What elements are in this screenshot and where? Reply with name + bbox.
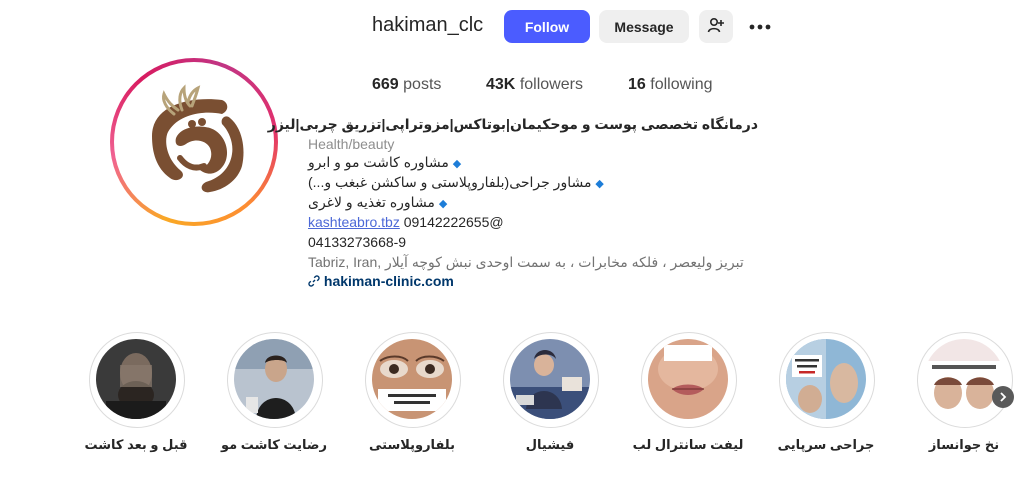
following-count: 16	[628, 76, 646, 93]
bio-line-3: ◆ مشاوره تغذیه و لاغری	[308, 194, 447, 211]
mention-link[interactable]: kashteabro.tbz	[308, 214, 400, 230]
highlight-label: فیشیال	[525, 437, 575, 452]
chevron-right-icon	[999, 389, 1007, 405]
posts-stat: 669 posts	[372, 76, 441, 94]
highlights-next-button[interactable]	[992, 386, 1014, 408]
followers-stat[interactable]: 43K followers	[486, 76, 583, 94]
following-stat[interactable]: 16 following	[628, 76, 713, 94]
profile-full-name: درمانگاه تخصصی پوست و موحکیمان|بوتاکس|مز…	[267, 116, 758, 132]
highlight-item[interactable]	[365, 332, 461, 428]
bio-line-1-text: مشاوره کاشت مو و ابرو	[308, 154, 449, 170]
highlight-item[interactable]	[779, 332, 875, 428]
highlight-label: قبل و بعد کاشت	[84, 437, 188, 452]
followers-label: followers	[519, 76, 583, 93]
highlight-item[interactable]	[917, 332, 1013, 428]
clinic-logo	[118, 66, 270, 218]
highlight-cover	[234, 339, 314, 419]
highlight-cover	[96, 339, 176, 419]
more-options-button[interactable]	[746, 12, 774, 40]
more-horizontal-icon	[749, 17, 771, 35]
posts-count: 669	[372, 76, 399, 93]
highlight-cover	[924, 339, 1004, 419]
bio-contact-line: kashteabro.tbz 09142222655@	[308, 214, 504, 230]
highlight-label: رضایت کاشت مو	[221, 437, 327, 452]
following-label: following	[650, 76, 713, 93]
followers-count: 43K	[486, 76, 516, 93]
highlight-cover	[510, 339, 590, 419]
website-link-text: hakiman-clinic.com	[323, 273, 454, 289]
profile-username: hakiman_clc	[372, 14, 484, 36]
highlight-item[interactable]	[227, 332, 323, 428]
highlight-label: جراحی سرپایی	[777, 437, 875, 452]
diamond-bullet-icon: ◆	[452, 158, 462, 170]
diamond-bullet-icon: ◆	[595, 178, 604, 190]
bio-line-2-text: مشاور جراحی(بلفاروپلاستی و ساکشن غبغب و.…	[308, 174, 592, 190]
highlight-cover	[786, 339, 866, 419]
phone-number-2: 04133273668-9	[308, 234, 407, 250]
message-button[interactable]: Message	[599, 10, 689, 43]
person-add-icon	[707, 16, 725, 37]
bio-line-1: ◆ مشاوره کاشت مو و ابرو	[308, 154, 461, 171]
highlight-item[interactable]	[89, 332, 185, 428]
profile-category: Health/beauty	[308, 136, 395, 152]
bio-line-2: ◆ مشاور جراحی(بلفاروپلاستی و ساکشن غبغب …	[308, 174, 604, 191]
bio-address: تبریز ولیعصر ، فلکه مخابرات ، به سمت اوح…	[308, 254, 744, 270]
follow-button[interactable]: Follow	[504, 10, 590, 43]
highlight-label: بلفاروپلاستی	[369, 437, 455, 452]
profile-avatar[interactable]	[110, 58, 278, 226]
highlight-item[interactable]	[503, 332, 599, 428]
highlight-cover	[372, 339, 452, 419]
highlight-label: لیفت سانترال لب	[632, 437, 744, 452]
add-user-button[interactable]	[699, 10, 733, 43]
posts-label: posts	[403, 76, 442, 93]
diamond-bullet-icon: ◆	[438, 198, 448, 210]
highlight-label: نخ جوانساز	[928, 437, 1000, 452]
bio-line-3-text: مشاوره تغذیه و لاغری	[308, 194, 435, 210]
highlight-item[interactable]	[641, 332, 737, 428]
highlight-cover	[648, 339, 728, 419]
phone-number-1: 09142222655@	[403, 214, 504, 230]
link-icon	[308, 273, 324, 289]
website-link[interactable]: hakiman-clinic.com	[308, 273, 454, 289]
